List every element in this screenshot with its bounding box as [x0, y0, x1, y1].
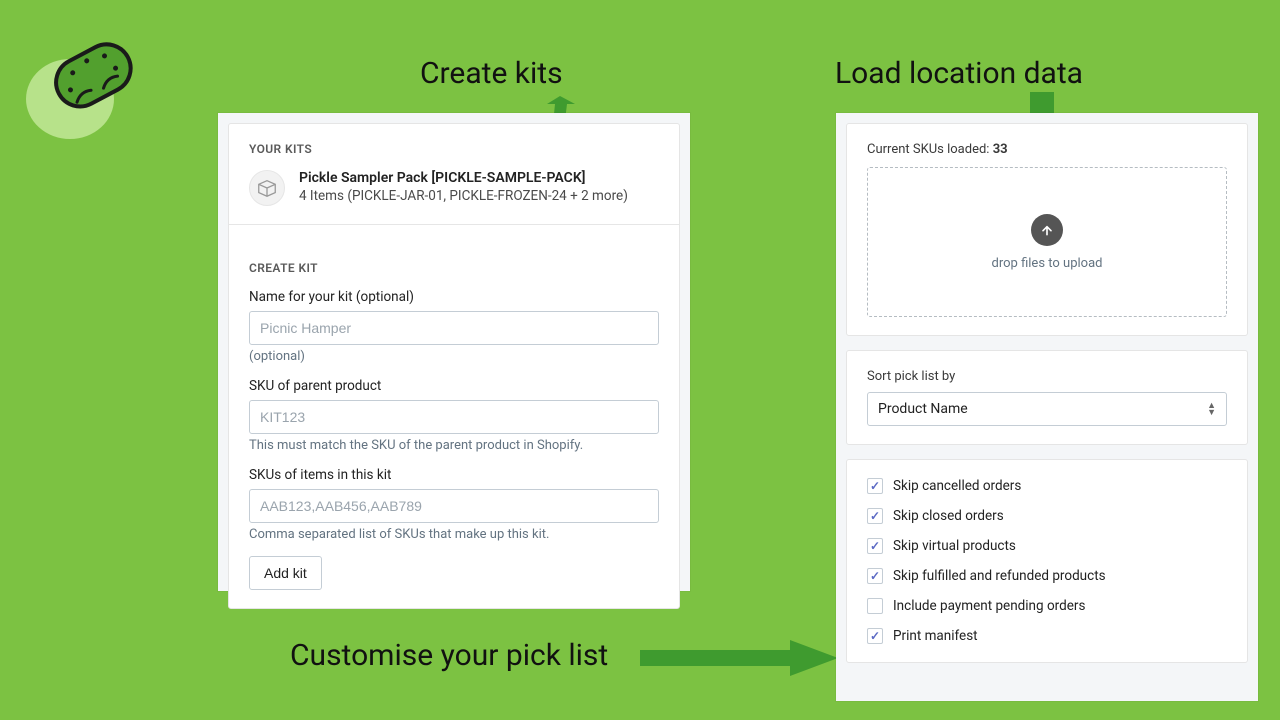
- checkbox-icon[interactable]: [867, 478, 883, 494]
- option-label: Skip virtual products: [893, 538, 1016, 554]
- sort-select[interactable]: Product Name ▲▼: [867, 392, 1227, 426]
- your-kits-heading: YOUR KITS: [249, 142, 659, 156]
- option-row[interactable]: Print manifest: [867, 628, 1227, 644]
- option-row[interactable]: Skip cancelled orders: [867, 478, 1227, 494]
- option-row[interactable]: Skip closed orders: [867, 508, 1227, 524]
- parent-sku-label: SKU of parent product: [249, 378, 659, 394]
- item-skus-label: SKUs of items in this kit: [249, 467, 659, 483]
- kit-name-help: (optional): [249, 349, 659, 364]
- add-kit-button[interactable]: Add kit: [249, 556, 322, 590]
- kit-list-item[interactable]: Pickle Sampler Pack [PICKLE-SAMPLE-PACK]…: [249, 170, 659, 206]
- option-label: Skip cancelled orders: [893, 478, 1021, 494]
- create-kit-heading: CREATE KIT: [249, 261, 659, 275]
- settings-panel: Current SKUs loaded: 33 drop files to up…: [836, 113, 1258, 701]
- sku-count: Current SKUs loaded: 33: [867, 142, 1227, 157]
- checkbox-icon[interactable]: [867, 538, 883, 554]
- parent-sku-help: This must match the SKU of the parent pr…: [249, 438, 659, 453]
- sort-label: Sort pick list by: [867, 369, 1227, 384]
- option-label: Skip closed orders: [893, 508, 1004, 524]
- kit-name-label: Name for your kit (optional): [249, 289, 659, 305]
- sort-select-value: Product Name: [878, 401, 968, 417]
- dropzone-text: drop files to upload: [992, 256, 1103, 271]
- callout-create-kits: Create kits: [420, 56, 563, 91]
- checkbox-icon[interactable]: [867, 568, 883, 584]
- parent-sku-input[interactable]: [249, 400, 659, 434]
- kit-name: Pickle Sampler Pack [PICKLE-SAMPLE-PACK]: [299, 170, 628, 186]
- option-label: Skip fulfilled and refunded products: [893, 568, 1106, 584]
- option-label: Include payment pending orders: [893, 598, 1085, 614]
- select-updown-icon: ▲▼: [1207, 403, 1216, 416]
- item-skus-input[interactable]: [249, 489, 659, 523]
- option-row[interactable]: Skip fulfilled and refunded products: [867, 568, 1227, 584]
- kits-panel: YOUR KITS Pickle Sampler Pack [PICKLE-SA…: [218, 113, 690, 591]
- checkbox-icon[interactable]: [867, 508, 883, 524]
- callout-load-location: Load location data: [835, 56, 1083, 91]
- arrow-customise-icon: [640, 638, 840, 678]
- item-skus-help: Comma separated list of SKUs that make u…: [249, 527, 659, 542]
- option-row[interactable]: Include payment pending orders: [867, 598, 1227, 614]
- file-dropzone[interactable]: drop files to upload: [867, 167, 1227, 317]
- kit-name-input[interactable]: [249, 311, 659, 345]
- options-list: Skip cancelled orders Skip closed orders S…: [847, 460, 1247, 662]
- checkbox-icon[interactable]: [867, 598, 883, 614]
- option-label: Print manifest: [893, 628, 978, 644]
- kit-items-summary: 4 Items (PICKLE-JAR-01, PICKLE-FROZEN-24…: [299, 188, 628, 204]
- pickle-logo: [20, 24, 150, 144]
- upload-icon: [1031, 214, 1063, 246]
- option-row[interactable]: Skip virtual products: [867, 538, 1227, 554]
- checkbox-icon[interactable]: [867, 628, 883, 644]
- box-icon: [249, 170, 285, 206]
- callout-customise: Customise your pick list: [290, 638, 608, 673]
